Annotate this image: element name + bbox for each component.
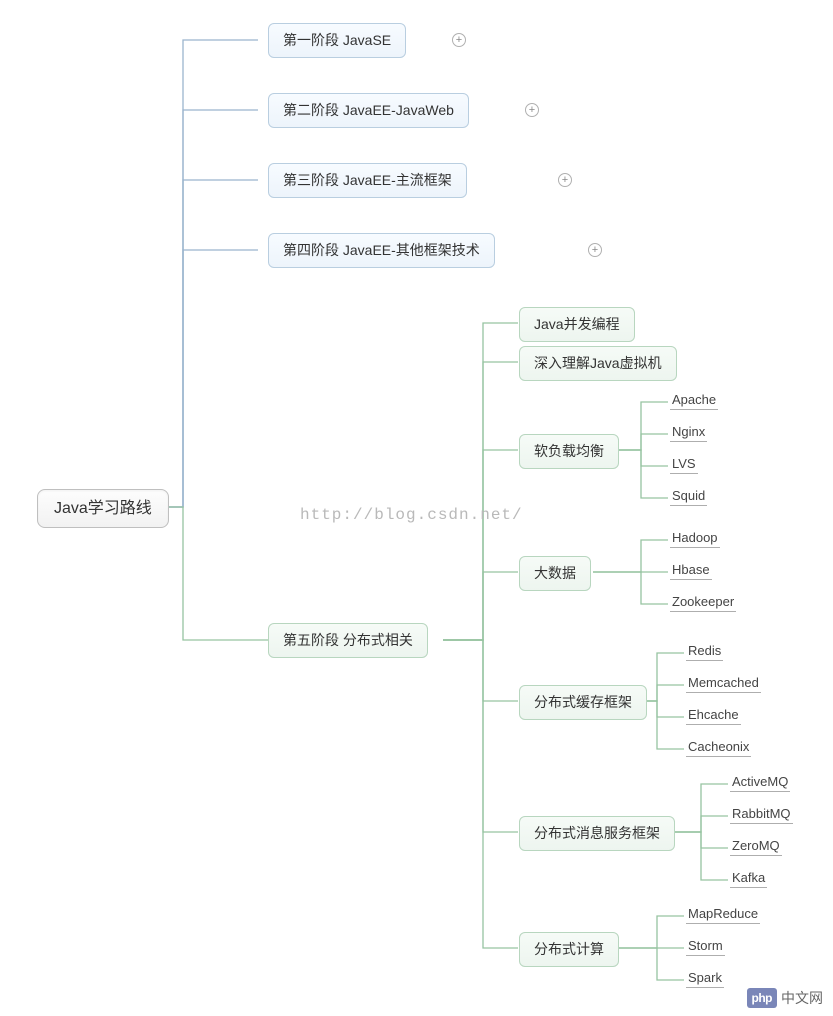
s5-c4-node[interactable]: 大数据 xyxy=(519,556,591,591)
s5-c7-node[interactable]: 分布式计算 xyxy=(519,932,619,967)
expand-stage-4[interactable] xyxy=(588,243,602,257)
leaf-c6-0[interactable]: ActiveMQ xyxy=(730,774,790,792)
stage-4-label: 第四阶段 JavaEE-其他框架技术 xyxy=(283,242,480,258)
leaf-c7-0[interactable]: MapReduce xyxy=(686,906,760,924)
leaf-c3-3[interactable]: Squid xyxy=(670,488,707,506)
s5-c6-node[interactable]: 分布式消息服务框架 xyxy=(519,816,675,851)
leaf-c4-2[interactable]: Zookeeper xyxy=(670,594,736,612)
stage-5-label: 第五阶段 分布式相关 xyxy=(283,632,413,648)
footer-text: 中文网 xyxy=(781,988,823,1008)
stage-1-label: 第一阶段 JavaSE xyxy=(283,32,391,48)
watermark-text: http://blog.csdn.net/ xyxy=(300,506,523,524)
php-badge-icon: php xyxy=(747,988,778,1008)
s5-c2-label: 深入理解Java虚拟机 xyxy=(534,355,662,371)
s5-c2-node[interactable]: 深入理解Java虚拟机 xyxy=(519,346,677,381)
leaf-c6-1[interactable]: RabbitMQ xyxy=(730,806,793,824)
root-node[interactable]: Java学习路线 xyxy=(37,489,169,528)
expand-stage-2[interactable] xyxy=(525,103,539,117)
s5-c6-label: 分布式消息服务框架 xyxy=(534,825,660,841)
leaf-c5-1[interactable]: Memcached xyxy=(686,675,761,693)
s5-c1-label: Java并发编程 xyxy=(534,316,620,332)
stage-4-node[interactable]: 第四阶段 JavaEE-其他框架技术 xyxy=(268,233,495,268)
footer-logo: php 中文网 xyxy=(747,988,824,1008)
leaf-c7-2[interactable]: Spark xyxy=(686,970,724,988)
s5-c5-node[interactable]: 分布式缓存框架 xyxy=(519,685,647,720)
leaf-c4-0[interactable]: Hadoop xyxy=(670,530,720,548)
expand-stage-3[interactable] xyxy=(558,173,572,187)
stage-3-label: 第三阶段 JavaEE-主流框架 xyxy=(283,172,452,188)
leaf-c3-0[interactable]: Apache xyxy=(670,392,718,410)
leaf-c3-2[interactable]: LVS xyxy=(670,456,698,474)
s5-c3-label: 软负载均衡 xyxy=(534,443,604,459)
s5-c5-label: 分布式缓存框架 xyxy=(534,694,632,710)
leaf-c7-1[interactable]: Storm xyxy=(686,938,725,956)
s5-c3-node[interactable]: 软负载均衡 xyxy=(519,434,619,469)
leaf-c6-3[interactable]: Kafka xyxy=(730,870,767,888)
expand-stage-1[interactable] xyxy=(452,33,466,47)
root-label: Java学习路线 xyxy=(54,500,152,517)
s5-c4-label: 大数据 xyxy=(534,565,576,581)
leaf-c5-2[interactable]: Ehcache xyxy=(686,707,741,725)
leaf-c5-3[interactable]: Cacheonix xyxy=(686,739,751,757)
s5-c1-node[interactable]: Java并发编程 xyxy=(519,307,635,342)
stage-2-node[interactable]: 第二阶段 JavaEE-JavaWeb xyxy=(268,93,469,128)
leaf-c6-2[interactable]: ZeroMQ xyxy=(730,838,782,856)
stage-2-label: 第二阶段 JavaEE-JavaWeb xyxy=(283,102,454,118)
leaf-c4-1[interactable]: Hbase xyxy=(670,562,712,580)
stage-3-node[interactable]: 第三阶段 JavaEE-主流框架 xyxy=(268,163,467,198)
stage-5-node[interactable]: 第五阶段 分布式相关 xyxy=(268,623,428,658)
s5-c7-label: 分布式计算 xyxy=(534,941,604,957)
stage-1-node[interactable]: 第一阶段 JavaSE xyxy=(268,23,406,58)
leaf-c5-0[interactable]: Redis xyxy=(686,643,723,661)
leaf-c3-1[interactable]: Nginx xyxy=(670,424,707,442)
